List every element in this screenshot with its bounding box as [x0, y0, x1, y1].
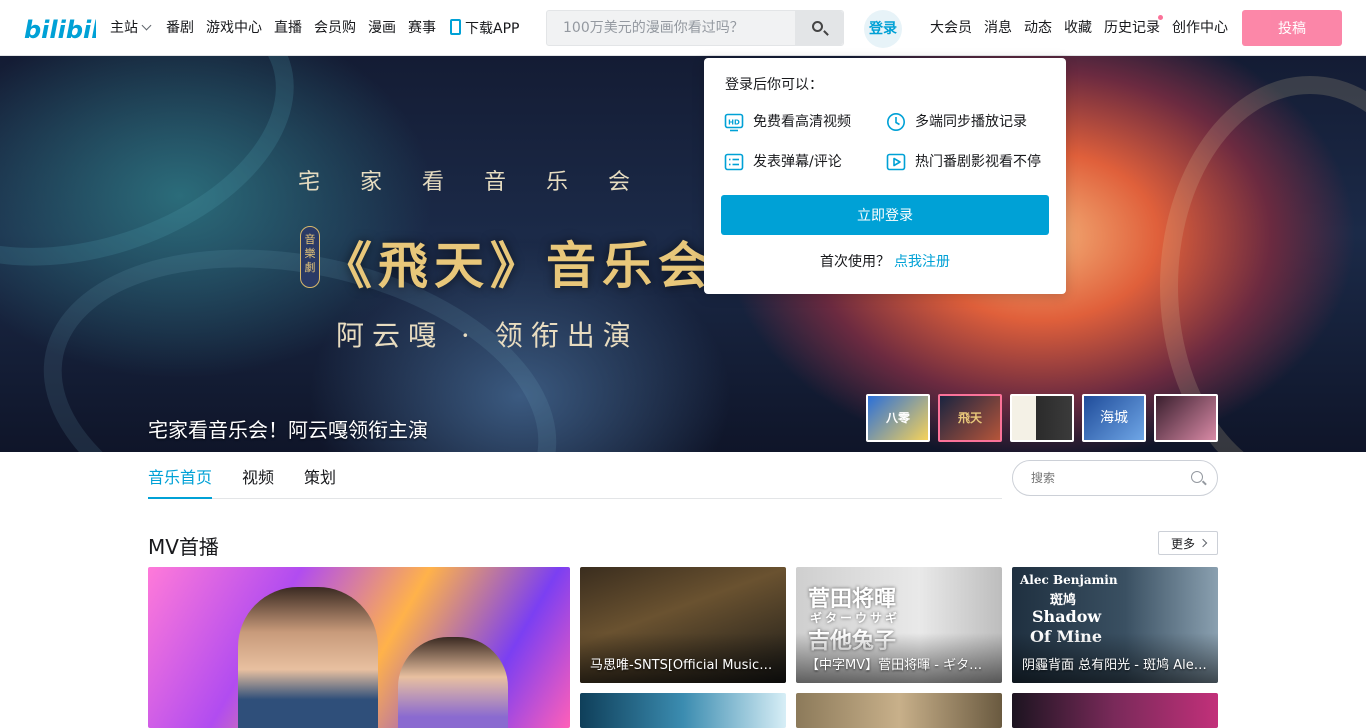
- list-icon: [724, 153, 744, 171]
- banner-thumb[interactable]: [1010, 394, 1074, 442]
- more-button[interactable]: 更多: [1158, 531, 1218, 555]
- mv-card[interactable]: 马思唯-SNTS[Official Music Video]: [580, 567, 786, 683]
- login-now-button[interactable]: 立即登录: [721, 195, 1049, 235]
- notification-dot: [1158, 15, 1163, 20]
- banner-cast: 阿云嘎 · 领衔出演: [336, 319, 639, 352]
- music-tabs: 音乐首页 视频 策划: [148, 458, 1002, 499]
- clock-icon: [887, 113, 905, 131]
- nav-shop[interactable]: 会员购: [314, 17, 356, 39]
- perk-sync: 多端同步播放记录: [886, 112, 1056, 132]
- nav-live[interactable]: 直播: [274, 17, 302, 39]
- music-search: [1012, 460, 1218, 496]
- login-avatar-button[interactable]: 登录: [864, 10, 902, 48]
- chevron-right-icon: [1198, 538, 1208, 548]
- hero-banner[interactable]: 宅家看音乐会 音樂劇 《飛天》音乐会 阿云嘎 · 领衔出演 宅家看音乐会！阿云嘎…: [0, 56, 1366, 452]
- mv-card[interactable]: 菅田将暉 ギターウサギ 吉他兔子 【中字MV】菅田将暉 - ギターウサギ: [796, 567, 1002, 683]
- play-icon: [886, 153, 906, 171]
- register-link[interactable]: 点我注册: [894, 254, 950, 270]
- perk-hd: HD 免费看高清视频: [724, 112, 874, 132]
- nav-vip[interactable]: 大会员: [930, 17, 972, 39]
- mv-card[interactable]: Alec Benjamin 斑鸠 Shadow Of Mine 阴霾背面 总有阳…: [1012, 567, 1218, 683]
- tab-videos[interactable]: 视频: [242, 468, 274, 499]
- mv-card[interactable]: [796, 693, 1002, 728]
- tab-features[interactable]: 策划: [304, 468, 336, 499]
- mv-art-text: Alec Benjamin: [1020, 573, 1118, 587]
- mv-card-title: 马思唯-SNTS[Official Music Video]: [590, 658, 776, 673]
- perk-comment: 发表弹幕/评论: [724, 152, 874, 172]
- banner-caption[interactable]: 宅家看音乐会！阿云嘎领衔主演: [148, 414, 428, 443]
- mv-featured-artist: [238, 587, 378, 728]
- nav-favorites[interactable]: 收藏: [1064, 17, 1092, 39]
- mv-card[interactable]: [1012, 693, 1218, 728]
- section-title-mv: MV首播: [148, 535, 219, 559]
- perk-anime: 热门番剧影视看不停: [886, 152, 1056, 172]
- upload-button[interactable]: 投稿: [1242, 10, 1342, 46]
- popup-title: 登录后你可以：: [725, 77, 823, 93]
- banner-title: 《飛天》音乐会: [322, 236, 714, 295]
- banner-thumb[interactable]: 海城: [1082, 394, 1146, 442]
- search-icon: [812, 21, 823, 32]
- nav-anime[interactable]: 番剧: [166, 17, 194, 39]
- banner-subtitle: 宅家看音乐会: [298, 170, 671, 195]
- main-search-input[interactable]: [547, 11, 797, 45]
- mv-card-title: 阴霾背面 总有阳光 - 斑鸠 Alec Benjamin: [1022, 658, 1208, 673]
- tab-music-home[interactable]: 音乐首页: [148, 468, 213, 499]
- nav-game-center[interactable]: 游戏中心: [206, 17, 262, 39]
- nav-main-site[interactable]: 主站: [110, 17, 152, 39]
- login-popup: 登录后你可以： HD 免费看高清视频 多端同步播放记录 发表弹幕/评论 热门番剧…: [704, 58, 1066, 294]
- search-icon[interactable]: [1191, 471, 1203, 483]
- mv-card-featured[interactable]: [148, 567, 570, 728]
- mv-art-text: 斑鸠: [1050, 593, 1077, 608]
- nav-creator-center[interactable]: 创作中心: [1172, 17, 1228, 39]
- nav-esports[interactable]: 赛事: [408, 17, 436, 39]
- nav-dynamics[interactable]: 动态: [1024, 17, 1052, 39]
- mv-card[interactable]: [580, 693, 786, 728]
- banner-thumb[interactable]: 八零: [866, 394, 930, 442]
- nav-history[interactable]: 历史记录: [1104, 17, 1160, 39]
- mv-art-text: Shadow: [1032, 607, 1102, 626]
- nav-manga[interactable]: 漫画: [368, 17, 396, 39]
- banner-tag: 音樂劇: [300, 226, 320, 288]
- mv-featured-artist: [398, 637, 508, 728]
- phone-icon: [450, 19, 461, 35]
- svg-text:bilibili: bilibili: [24, 16, 96, 44]
- nav-download-app[interactable]: 下载APP: [450, 17, 519, 39]
- main-search: [546, 10, 844, 46]
- top-header: bilibili 主站 番剧 游戏中心 直播 会员购 漫画 赛事 下载APP 登…: [0, 0, 1366, 56]
- register-row: 首次使用？ 点我注册: [820, 254, 950, 270]
- banner-thumb-active[interactable]: 飛天: [938, 394, 1002, 442]
- svg-text:HD: HD: [728, 119, 740, 127]
- nav-messages[interactable]: 消息: [984, 17, 1012, 39]
- hd-icon: HD: [724, 113, 744, 132]
- chevron-down-icon: [141, 20, 152, 31]
- bilibili-logo[interactable]: bilibili: [24, 12, 96, 44]
- search-button[interactable]: [795, 11, 843, 45]
- mv-card-title: 【中字MV】菅田将暉 - ギターウサギ: [806, 658, 992, 673]
- banner-thumb[interactable]: [1154, 394, 1218, 442]
- music-search-input[interactable]: [1031, 461, 1181, 495]
